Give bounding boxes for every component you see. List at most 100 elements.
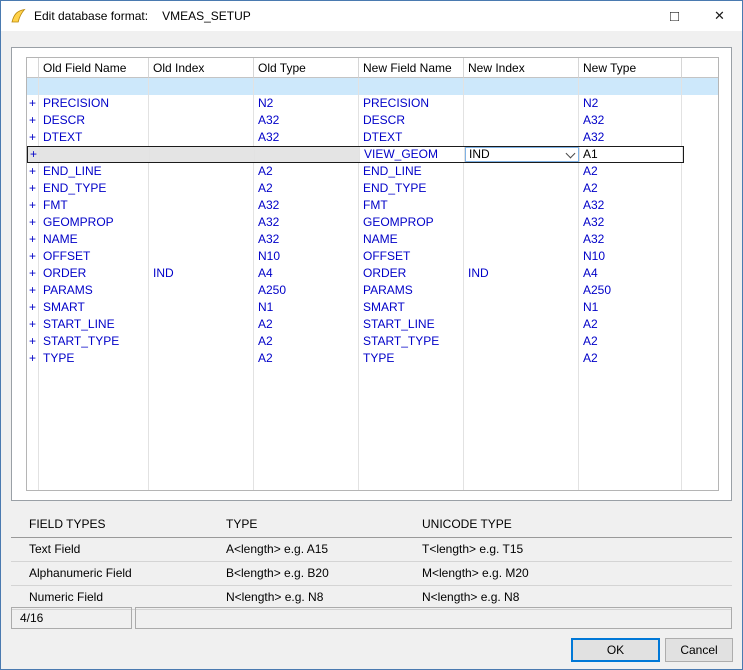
row-expander[interactable]: +	[27, 95, 39, 112]
new-index-combobox[interactable]: IND	[465, 147, 579, 162]
row-expander[interactable]: +	[27, 180, 39, 197]
grid-cell	[149, 180, 254, 197]
row-expander[interactable]: +	[27, 350, 39, 367]
grid-row[interactable]: +DTEXTA32DTEXTA32	[27, 129, 718, 146]
row-expander[interactable]: +	[27, 265, 39, 282]
header-cell: New Index	[464, 58, 579, 78]
grid-row[interactable]: +SMARTN1SMARTN1	[27, 299, 718, 316]
legend-cell: Alphanumeric Field	[11, 562, 226, 585]
grid-cell	[464, 231, 579, 248]
grid-row[interactable]: +GEOMPROPA32GEOMPROPA32	[27, 214, 718, 231]
grid-cell-filler	[684, 146, 718, 163]
empty-cell	[27, 401, 39, 418]
empty-cell	[27, 418, 39, 435]
row-expander[interactable]: +	[27, 231, 39, 248]
grid-row[interactable]: +END_LINEA2END_LINEA2	[27, 163, 718, 180]
grid-row[interactable]: +START_LINEA2START_LINEA2	[27, 316, 718, 333]
grid-cell: FMT	[39, 197, 149, 214]
row-expander[interactable]: +	[27, 197, 39, 214]
grid-row[interactable]: +ORDERINDA4ORDERINDA4	[27, 265, 718, 282]
row-expander[interactable]: +	[27, 112, 39, 129]
new-type-input[interactable]: A1	[580, 147, 682, 162]
row-expander[interactable]: +	[27, 299, 39, 316]
grid-row[interactable]: +FMTA32FMTA32	[27, 197, 718, 214]
grid-cell	[464, 129, 579, 146]
grid-cell	[149, 316, 254, 333]
grid-cell: A2	[579, 333, 682, 350]
grid-cell	[149, 350, 254, 367]
grid-cell-filler	[682, 316, 718, 333]
grid-row[interactable]: +PARAMSA250PARAMSA250	[27, 282, 718, 299]
new-index-cell: IND	[465, 147, 580, 162]
grid-row[interactable]: +OFFSETN10OFFSETN10	[27, 248, 718, 265]
grid-cell-filler	[682, 282, 718, 299]
legend-row: Text FieldA<length> e.g. A15T<length> e.…	[11, 538, 732, 562]
row-expander[interactable]: +	[27, 214, 39, 231]
empty-cell	[579, 435, 682, 452]
grid-row-editing[interactable]: +VIEW_GEOMINDA1	[27, 146, 718, 163]
grid-row[interactable]: +TYPEA2TYPEA2	[27, 350, 718, 367]
grid-cell	[579, 78, 682, 95]
grid-cell-filler	[682, 350, 718, 367]
grid-cell: A32	[579, 214, 682, 231]
grid-row[interactable]: +START_TYPEA2START_TYPEA2	[27, 333, 718, 350]
legend-row: Alphanumeric FieldB<length> e.g. B20M<le…	[11, 562, 732, 586]
legend-rows: Text FieldA<length> e.g. A15T<length> e.…	[11, 538, 732, 610]
grid-cell: PRECISION	[359, 95, 464, 112]
empty-cell	[149, 469, 254, 486]
row-expander[interactable]: +	[27, 163, 39, 180]
grid-cell: ORDER	[359, 265, 464, 282]
ok-button[interactable]: OK	[571, 638, 660, 662]
header-cell: New Field Name	[359, 58, 464, 78]
grid-cell: N10	[579, 248, 682, 265]
grid-cell-filler	[682, 95, 718, 112]
grid-cell: A2	[254, 316, 359, 333]
legend-cell: Numeric Field	[11, 586, 226, 609]
grid-cell: N1	[254, 299, 359, 316]
grid-cell-filler	[682, 197, 718, 214]
legend-header-row: FIELD TYPESTYPEUNICODE TYPE	[11, 512, 732, 538]
grid-row[interactable]: +DESCRA32DESCRA32	[27, 112, 718, 129]
row-expander[interactable]: +	[27, 282, 39, 299]
grid-cell	[149, 129, 254, 146]
grid-cell: A2	[579, 180, 682, 197]
grid-row[interactable]: +END_TYPEA2END_TYPEA2	[27, 180, 718, 197]
grid-cell-filler	[682, 299, 718, 316]
grid-cell	[464, 333, 579, 350]
grid-cell: A2	[254, 333, 359, 350]
grid-body: +PRECISIONN2PRECISIONN2+DESCRA32DESCRA32…	[27, 78, 718, 491]
close-button[interactable]: ✕	[697, 1, 742, 31]
grid-cell: GEOMPROP	[39, 214, 149, 231]
empty-cell	[254, 418, 359, 435]
grid-cell-filler	[682, 163, 718, 180]
maximize-button[interactable]: □	[652, 1, 697, 31]
header-cell: New Type	[579, 58, 682, 78]
grid-cell: A32	[254, 129, 359, 146]
row-expander[interactable]: +	[27, 248, 39, 265]
grid-cell: A4	[254, 265, 359, 282]
legend-cell: N<length> e.g. N8	[226, 586, 422, 609]
grid-row[interactable]: +PRECISIONN2PRECISIONN2	[27, 95, 718, 112]
empty-cell	[682, 418, 718, 435]
empty-cell	[359, 452, 464, 469]
grid-row[interactable]: +NAMEA32NAMEA32	[27, 231, 718, 248]
grid-cell	[464, 282, 579, 299]
grid-cell	[149, 112, 254, 129]
grid-panel: Old Field NameOld IndexOld TypeNew Field…	[11, 47, 732, 501]
empty-cell	[579, 452, 682, 469]
grid-cell	[464, 197, 579, 214]
row-expander[interactable]: +	[27, 129, 39, 146]
grid-cell	[464, 248, 579, 265]
row-expander[interactable]: +	[27, 333, 39, 350]
grid-cell: A4	[579, 265, 682, 282]
row-expander[interactable]: +	[27, 316, 39, 333]
grid-cell: ORDER	[39, 265, 149, 282]
grid-cell: N2	[579, 95, 682, 112]
empty-cell	[254, 384, 359, 401]
row-expander[interactable]: +	[28, 147, 40, 162]
field-types-legend: FIELD TYPESTYPEUNICODE TYPE Text FieldA<…	[11, 512, 732, 610]
grid-row-selected[interactable]	[27, 78, 718, 95]
grid-cell	[40, 147, 150, 162]
cancel-button[interactable]: Cancel	[665, 638, 733, 662]
field-mapping-grid: Old Field NameOld IndexOld TypeNew Field…	[26, 57, 719, 491]
